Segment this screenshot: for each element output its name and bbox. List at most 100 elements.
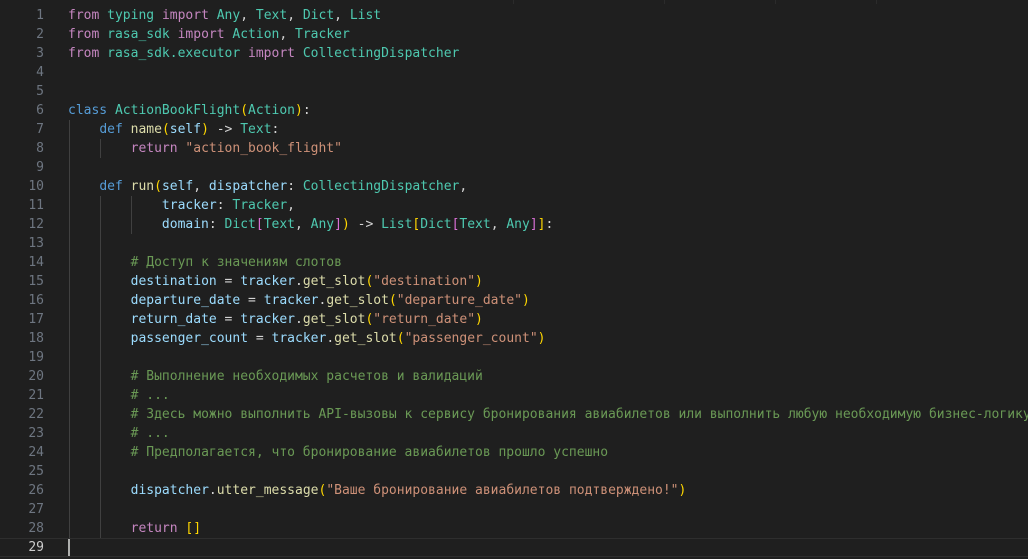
code-token: Any — [216, 8, 241, 23]
code-token: "return_date" — [373, 312, 476, 327]
code-line[interactable]: passenger_count = tracker.get_slot("pass… — [68, 329, 1028, 348]
code-token: utter_message — [216, 483, 319, 498]
code-line[interactable] — [68, 462, 1028, 481]
code-token: "Ваше бронирование авиабилетов подтвержд… — [326, 483, 679, 498]
code-line[interactable]: departure_date = tracker.get_slot("depar… — [68, 291, 1028, 310]
code-token: domain — [161, 217, 209, 232]
code-token: rasa_sdk.executor — [107, 46, 241, 61]
code-line[interactable] — [68, 82, 1028, 101]
tab-divider — [876, 0, 1027, 4]
code-line[interactable]: destination = tracker.get_slot("destinat… — [68, 272, 1028, 291]
code-line[interactable]: # ... — [68, 424, 1028, 443]
code-token: : — [287, 179, 303, 194]
code-line[interactable]: return_date = tracker.get_slot("return_d… — [68, 310, 1028, 329]
code-token: ( — [240, 103, 249, 118]
code-token: class — [68, 103, 108, 118]
code-token: . — [208, 483, 217, 498]
code-line[interactable]: from typing import Any, Text, Dict, List — [68, 6, 1028, 25]
code-token: , — [287, 198, 295, 213]
line-number: 9 — [36, 160, 44, 175]
code-token: ( — [154, 179, 162, 194]
code-token: ] — [334, 217, 342, 232]
line-number: 15 — [28, 274, 44, 289]
code-token: ) — [678, 483, 687, 498]
code-line[interactable]: def run(self, dispatcher: CollectingDisp… — [68, 177, 1028, 196]
code-token: import — [248, 46, 295, 61]
code-token: ] — [529, 217, 538, 232]
code-editor[interactable]: 1 2 3 4 5 6 7 8 9 10 11 12 13 14 15 16 17 18 19 20 21 22 23 24 2… — [0, 0, 1028, 559]
code-line[interactable]: dispatcher.utter_message("Ваше бронирова… — [68, 481, 1028, 500]
code-line[interactable]: # Доступ к значениям слотов — [68, 253, 1028, 272]
code-token: self — [169, 122, 202, 137]
code-line[interactable]: tracker: Tracker, — [68, 196, 1028, 215]
code-line[interactable]: def name(self) -> Text: — [68, 120, 1028, 139]
line-number: 14 — [28, 255, 44, 270]
code-token: = — [248, 331, 272, 346]
code-token: Tracker — [295, 27, 350, 42]
code-token: dispatcher — [208, 179, 288, 194]
code-line[interactable] — [68, 63, 1028, 82]
code-line[interactable]: from rasa_sdk.executor import Collecting… — [68, 44, 1028, 63]
line-number: 24 — [28, 445, 44, 460]
code-line[interactable]: return "action_book_flight" — [68, 139, 1028, 158]
code-line[interactable]: # Здесь можно выполнить API-вызовы к сер… — [68, 405, 1028, 424]
code-line[interactable]: from rasa_sdk import Action, Tracker — [68, 25, 1028, 44]
code-token: get_slot — [326, 293, 389, 308]
code-line[interactable]: domain: Dict[Text, Any]) -> List[Dict[Te… — [68, 215, 1028, 234]
code-line[interactable] — [68, 158, 1028, 177]
code-line[interactable]: class ActionBookFlight(Action): — [68, 101, 1028, 120]
code-token: , — [490, 217, 507, 232]
code-token: CollectingDispatcher — [302, 46, 460, 61]
code-token: def — [99, 122, 123, 137]
code-token: tracker — [161, 198, 217, 213]
code-token: Action — [248, 103, 295, 118]
code-token: # Выполнение необходимых расчетов и вали… — [130, 369, 483, 384]
code-token: = — [240, 293, 264, 308]
code-token: "destination" — [373, 274, 476, 289]
code-token: Tracker — [232, 198, 288, 213]
code-area[interactable]: from typing import Any, Text, Dict, List… — [0, 6, 1028, 557]
code-token: , — [334, 8, 350, 23]
code-token: # ... — [130, 388, 170, 403]
code-line[interactable] — [68, 500, 1028, 519]
line-number: 19 — [28, 350, 44, 365]
code-token: ) — [475, 274, 483, 289]
code-token: tracker — [263, 293, 319, 308]
line-number: 21 — [28, 388, 44, 403]
code-token: ) — [295, 103, 303, 118]
code-token: ) — [522, 293, 530, 308]
tab-divider — [664, 0, 775, 4]
code-line[interactable]: # Выполнение необходимых расчетов и вали… — [68, 367, 1028, 386]
code-token: tracker — [271, 331, 327, 346]
code-token: # Здесь можно выполнить API-вызовы к сер… — [130, 407, 1028, 422]
code-token: List — [349, 8, 382, 23]
code-token: typing — [107, 8, 155, 23]
code-token: = — [216, 274, 241, 289]
code-line[interactable] — [68, 348, 1028, 367]
code-token: : — [302, 103, 311, 118]
code-token: ActionBookFlight — [114, 103, 241, 118]
code-token: get_slot — [334, 331, 397, 346]
code-line[interactable] — [68, 234, 1028, 253]
code-line[interactable]: # ... — [68, 386, 1028, 405]
code-line[interactable] — [0, 538, 1028, 557]
code-token: def — [99, 179, 123, 194]
code-line[interactable]: # Предполагается, что бронирование авиаб… — [68, 443, 1028, 462]
code-token: , — [279, 27, 296, 42]
code-token: ) — [537, 331, 546, 346]
code-token: . — [295, 274, 303, 289]
code-token: , — [193, 179, 209, 194]
code-token: ) — [341, 217, 350, 232]
code-line[interactable]: return [] — [68, 519, 1028, 538]
